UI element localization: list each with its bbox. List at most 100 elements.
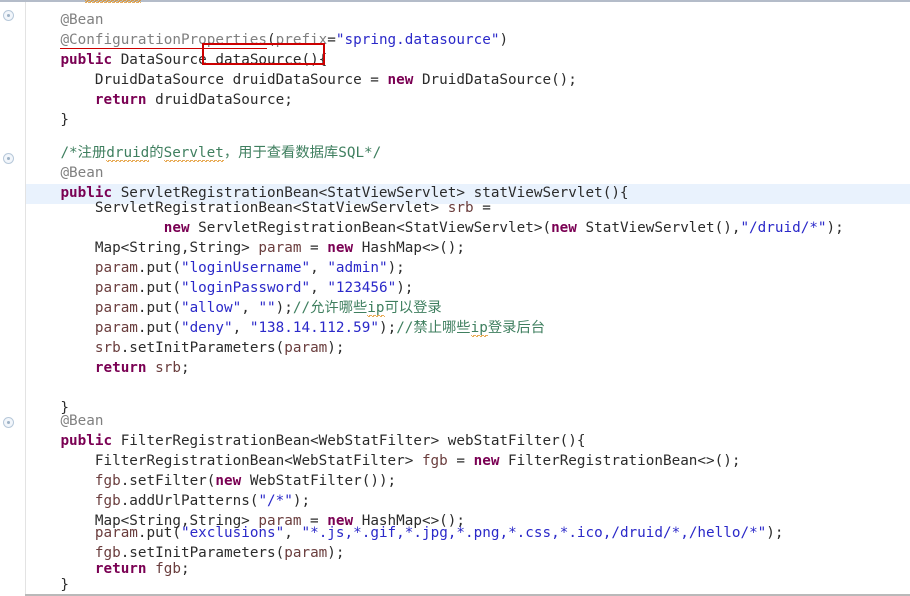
code-line[interactable]: Map<String,String> param = new HashMap<>…	[26, 238, 465, 258]
code-token-ann: prefix	[275, 32, 328, 48]
code-line[interactable]: DruidDataSource druidDataSource = new Dr…	[26, 70, 577, 90]
code-line[interactable]: @Bean	[26, 10, 103, 30]
code-line[interactable]: param.put("deny", "138.14.112.59");//禁止哪…	[26, 318, 545, 338]
code-token-plain: DruidDataSource druidDataSource =	[26, 72, 388, 88]
code-text-area[interactable]: @Bean @ConfigurationProperties(prefix="s…	[26, 2, 910, 596]
code-line[interactable]: /*注册druid的Servlet，用于查看数据库SQL*/	[26, 143, 381, 163]
code-line[interactable]: return srb;	[26, 358, 190, 378]
code-token-plain: =	[301, 240, 328, 256]
code-token-fld: fgb	[94, 493, 121, 509]
code-line[interactable]: @Bean	[26, 411, 103, 431]
code-token-punc: (	[267, 32, 276, 48]
code-token-kw: return	[94, 360, 147, 376]
code-token-plain: FilterRegistrationBean<WebStatFilter> we…	[112, 433, 586, 449]
code-token-punc: =	[327, 32, 336, 48]
code-token-plain: );	[327, 340, 345, 356]
editor-gutter[interactable]	[0, 2, 26, 596]
code-token-plain: =	[473, 200, 491, 216]
code-line[interactable]: fgb.setFilter(new WebStatFilter());	[26, 471, 396, 491]
code-line[interactable]: @Bean	[26, 163, 103, 183]
code-token-plain: .setFilter(	[120, 473, 216, 489]
code-token-plain: ;	[180, 561, 190, 577]
code-token-cmt: druid	[106, 145, 150, 162]
code-line[interactable]: ServletRegistrationBean<StatViewServlet>…	[26, 198, 491, 218]
code-token-plain: );	[292, 493, 311, 509]
code-line[interactable]: return druidDataSource;	[26, 90, 293, 110]
code-line[interactable]: public DataSource dataSource(){	[26, 50, 327, 70]
code-editor-window[interactable]: @Bean @ConfigurationProperties(prefix="s…	[0, 0, 910, 596]
code-line[interactable]: param.put("exclusions", "*.js,*.gif,*.jp…	[26, 523, 784, 543]
code-token-fld: param	[94, 300, 138, 316]
code-token-plain: druidDataSource;	[146, 92, 293, 108]
code-token-kw: new	[215, 473, 242, 489]
code-line[interactable]: @ConfigurationProperties(prefix="spring.…	[26, 30, 508, 50]
spring-bean-gutter-icon[interactable]	[3, 417, 14, 428]
code-line[interactable]: new ServletRegistrationBean<StatViewServ…	[26, 218, 844, 238]
code-token-plain: }	[26, 577, 70, 593]
code-token-fld: param	[94, 280, 138, 296]
code-line[interactable]: public FilterRegistrationBean<WebStatFil…	[26, 431, 586, 451]
code-token-plain: .put(	[137, 280, 181, 296]
spring-bean-gutter-icon[interactable]	[3, 153, 14, 164]
code-line[interactable]: FilterRegistrationBean<WebStatFilter> fg…	[26, 451, 741, 471]
code-token-str: "/*"	[258, 493, 293, 509]
code-token-kw: new	[163, 220, 190, 236]
code-line[interactable]: param.put("loginPassword", "123456");	[26, 278, 414, 298]
code-token-fld: srb	[447, 200, 474, 216]
code-token-cmt: 登录后台	[487, 320, 545, 336]
code-token-ann: @ConfigurationProperties	[60, 32, 268, 49]
spring-bean-gutter-icon[interactable]	[3, 10, 14, 21]
code-token-fld: param	[284, 340, 328, 356]
code-token-fld: param	[258, 240, 302, 256]
code-token-fld: srb	[155, 360, 181, 376]
code-token-str: ""	[258, 300, 276, 316]
code-token-plain: );	[378, 320, 397, 336]
code-token-str: "138.14.112.59"	[249, 320, 379, 336]
code-token-ann: @Bean	[60, 165, 104, 181]
code-token-fld: param	[284, 545, 328, 561]
code-token-str: "loginUsername"	[180, 260, 311, 276]
code-token-plain: =	[447, 453, 474, 469]
code-line[interactable]: srb.setInitParameters(param);	[26, 338, 345, 358]
code-token-cmt: ip	[470, 320, 488, 337]
code-token-plain: DruidDataSource();	[413, 72, 577, 88]
code-line[interactable]: param.put("allow", "");//允许哪些ip可以登录	[26, 298, 442, 318]
code-token-plain: );	[387, 260, 405, 276]
code-token-fld: fgb	[421, 453, 448, 469]
code-line[interactable]: }	[26, 110, 69, 130]
code-token-plain: .put(	[137, 300, 181, 316]
code-token-plain: ,	[310, 260, 328, 276]
code-token-cmt: //禁止哪些	[396, 320, 471, 336]
code-token-plain: .put(	[137, 320, 181, 336]
code-token-cmt: 的	[149, 145, 164, 161]
code-token-plain: FilterRegistrationBean<WebStatFilter>	[26, 453, 422, 469]
code-token-plain: ServletRegistrationBean<StatViewServlet>	[26, 200, 448, 216]
code-token-kw: public	[60, 52, 113, 68]
code-token-kw: return	[94, 92, 147, 108]
code-token-kw: return	[94, 561, 147, 577]
code-token-plain: ServletRegistrationBean<StatViewServlet>…	[189, 220, 552, 236]
code-token-plain: );	[826, 220, 844, 236]
code-line[interactable]: fgb.addUrlPatterns("/*");	[26, 491, 310, 511]
code-token-cmt: ，用于查看数据库SQL*/	[223, 145, 382, 161]
code-token-plain: .put(	[137, 260, 181, 276]
code-line[interactable]: param.put("loginUsername", "admin");	[26, 258, 405, 278]
code-token-str: "exclusions"	[180, 525, 285, 541]
code-token-cmt: 可以登录	[384, 300, 442, 316]
code-token-plain: }	[26, 112, 70, 128]
code-token-plain: );	[396, 280, 414, 296]
code-line[interactable]: }	[26, 575, 69, 595]
